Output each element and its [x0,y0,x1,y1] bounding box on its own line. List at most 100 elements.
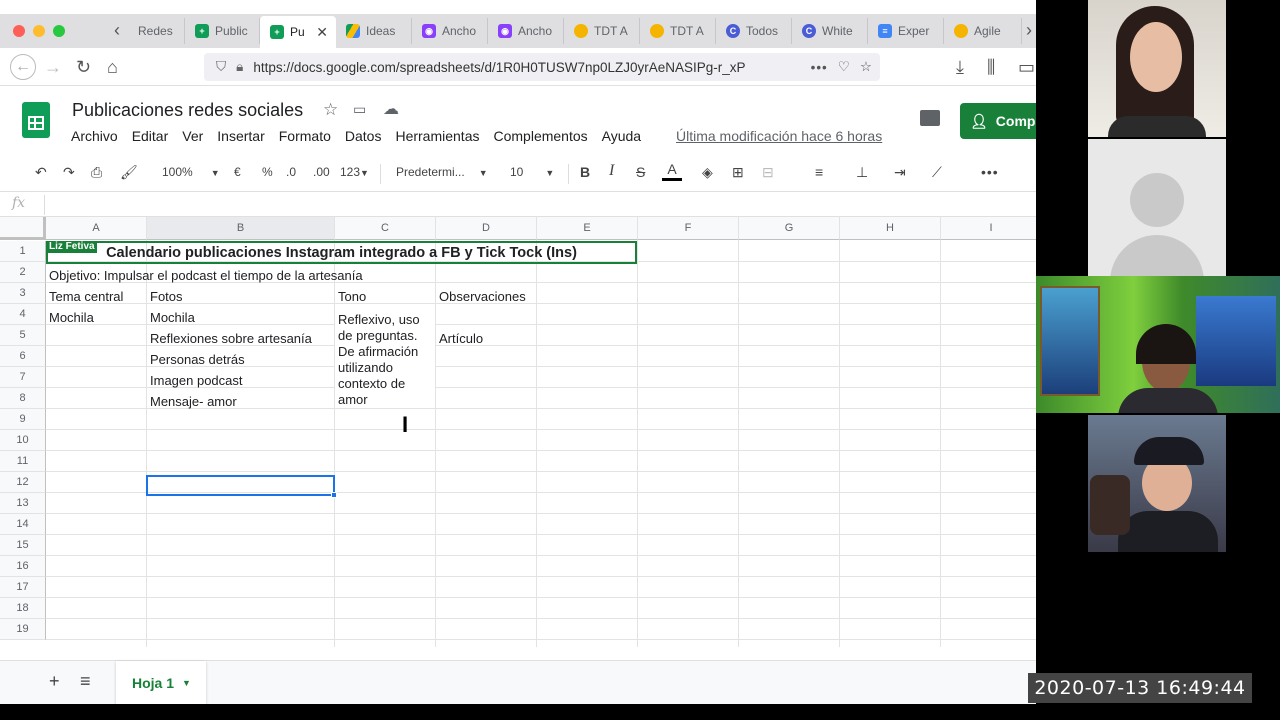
cell-a3[interactable]: Tema central [46,286,123,307]
cell-c3[interactable]: Tono [335,286,366,307]
redo-icon[interactable]: ↷ [63,164,75,181]
row-header-2[interactable]: 2 [0,262,46,283]
row-header-18[interactable]: 18 [0,598,46,619]
download-icon[interactable]: ⤓ [956,57,964,78]
cell-c4-tono[interactable]: Reflexivo, uso de preguntas. De afirmaci… [335,312,435,408]
shield-icon[interactable]: ⛉ [216,59,226,75]
cell-b4[interactable]: Mochila [147,307,195,328]
row-header-16[interactable]: 16 [0,556,46,577]
currency-format-button[interactable]: € [234,165,241,179]
align-left-icon[interactable]: ≡ [815,164,823,180]
vertical-align-icon[interactable]: ⊥ [856,164,868,181]
move-folder-icon[interactable]: ▭ [353,101,366,118]
minimize-window-button[interactable] [33,25,45,37]
browser-tab[interactable]: Ideas [336,18,412,44]
bookmark-star-icon[interactable]: ☆ [860,59,872,75]
menu-archivo[interactable]: Archivo [71,128,118,144]
row-header-4[interactable]: 4 [0,304,46,325]
home-icon[interactable]: ⌂ [107,57,118,78]
more-options-icon[interactable]: ••• [981,164,999,180]
row-header-7[interactable]: 7 [0,367,46,388]
library-icon[interactable]: ⫼ [987,57,995,78]
fill-color-icon[interactable]: ◈ [702,164,713,181]
cell-b5[interactable]: Reflexiones sobre artesanía [147,328,312,349]
comments-icon[interactable] [920,110,940,126]
document-title[interactable]: Publicaciones redes sociales [72,100,303,121]
pocket-icon[interactable]: ♡ [838,59,850,75]
url-bar[interactable]: ⛉ 🔒︎ https://docs.google.com/spreadsheet… [204,53,880,81]
row-header-3[interactable]: 3 [0,283,46,304]
more-formats-select[interactable]: 123▼ [340,165,369,179]
cell-b6[interactable]: Personas detrás [147,349,245,370]
strikethrough-button[interactable]: S [636,164,645,180]
cell-a2[interactable]: Objetivo: Impulsar el podcast el tiempo … [46,265,363,286]
column-header-b[interactable]: B [147,217,335,240]
row-header-14[interactable]: 14 [0,514,46,535]
cell-b3[interactable]: Fotos [147,286,183,307]
menu-formato[interactable]: Formato [279,128,331,144]
lock-icon[interactable]: 🔒︎ [236,59,243,75]
paint-format-icon[interactable]: 🖌︎ [120,164,138,181]
undo-icon[interactable]: ↶ [35,164,47,181]
star-icon[interactable]: ☆ [323,100,338,120]
row-header-13[interactable]: 13 [0,493,46,514]
all-sheets-icon[interactable]: ≡ [80,671,91,692]
forward-icon[interactable]: → [44,57,62,78]
url-text[interactable]: https://docs.google.com/spreadsheets/d/1… [253,60,800,75]
chevron-down-icon[interactable]: ▼ [182,678,191,688]
merge-cells-icon[interactable]: ⊟ [762,164,774,181]
cell-b7[interactable]: Imagen podcast [147,370,243,391]
column-header-g[interactable]: G [739,217,840,240]
print-icon[interactable]: ⎙ [91,164,102,181]
column-header-h[interactable]: H [840,217,941,240]
browser-tab[interactable]: Redes [128,18,185,44]
font-family-select[interactable]: Predetermi... ▼ [396,165,488,179]
close-tab-icon[interactable]: ✕ [316,24,328,41]
text-wrap-icon[interactable]: ⇥ [894,164,906,181]
sheet-tab-hoja1[interactable]: Hoja 1 ▼ [116,661,206,704]
increase-decimal-button[interactable]: .00 [313,165,330,179]
row-header-9[interactable]: 9 [0,409,46,430]
cell-a4[interactable]: Mochila [46,307,94,328]
row-header-5[interactable]: 5 [0,325,46,346]
menu-datos[interactable]: Datos [345,128,382,144]
menu-complementos[interactable]: Complementos [493,128,587,144]
column-header-d[interactable]: D [436,217,537,240]
borders-icon[interactable]: ⊞ [732,164,744,181]
menu-ayuda[interactable]: Ayuda [602,128,641,144]
more-actions-icon[interactable]: ••• [811,60,828,75]
maximize-window-button[interactable] [53,25,65,37]
spreadsheet-grid[interactable]: A B C D E F G H I 1 2 3 4 5 6 7 8 9 10 11 12 13 14 15 1… [0,217,1036,647]
column-header-a[interactable]: A [46,217,147,240]
formula-bar[interactable]: fx [0,193,1036,217]
browser-tab[interactable]: C White [792,18,868,44]
fill-handle[interactable] [331,492,337,498]
back-icon[interactable]: ← [10,54,36,80]
reload-icon[interactable]: ↻ [76,57,91,78]
text-rotation-icon[interactable]: ⟋ [932,164,942,181]
text-color-button[interactable]: A [662,160,682,181]
menu-insertar[interactable]: Insertar [217,128,264,144]
cell-d5[interactable]: Artículo [436,328,483,349]
menu-ver[interactable]: Ver [182,128,203,144]
cloud-status-icon[interactable]: ☁︎ [383,99,399,119]
row-header-17[interactable]: 17 [0,577,46,598]
select-all-corner[interactable] [0,217,46,240]
zoom-select[interactable]: 100% ▼ [162,165,220,179]
browser-tab[interactable]: ◉ Ancho [488,18,564,44]
browser-tab[interactable]: Agile [944,18,1022,44]
sheets-logo-icon[interactable] [22,102,50,138]
row-header-6[interactable]: 6 [0,346,46,367]
italic-button[interactable]: I [609,162,614,180]
cell-d3[interactable]: Observaciones [436,286,526,307]
last-modified-link[interactable]: Última modificación hace 6 horas [676,128,882,144]
row-header-8[interactable]: 8 [0,388,46,409]
browser-tab[interactable]: ≡ Exper [868,18,944,44]
row-header-19[interactable]: 19 [0,619,46,640]
row-header-1[interactable]: 1 [0,241,46,262]
browser-tab-active[interactable]: + Pu ✕ [260,16,336,48]
row-header-11[interactable]: 11 [0,451,46,472]
browser-tab[interactable]: C Todos [716,18,792,44]
browser-tab[interactable]: + Public [185,18,260,44]
cell-a1-title[interactable]: Calendario publicaciones Instagram integ… [46,241,637,264]
